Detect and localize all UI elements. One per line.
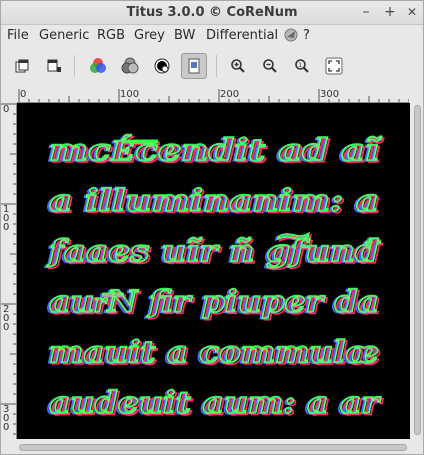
ruler-top-label: 0 [20,89,27,100]
menu-differential-icon[interactable] [283,27,299,47]
manuscript-line: faaes uĩr ñ g͠funđ [47,233,382,270]
maximize-button[interactable]: + [381,3,399,21]
manuscript-line: mcÉ͞cendit ad aĩ [49,134,382,169]
manuscript-line: aur͞N fir piuper da [49,286,379,321]
toolbar: 1 [1,49,423,85]
vertical-scrollbar[interactable] [411,103,423,439]
close-button[interactable]: ✕ [403,3,421,21]
zoom-out-icon[interactable] [257,53,283,79]
menu-differential[interactable]: Differential [206,28,278,43]
bw-icon[interactable] [149,53,175,79]
horizontal-scroll-thumb[interactable] [19,444,407,451]
app-window: Titus 3.0.0 © CoReNum – + ✕ File Generic… [0,0,424,455]
horizontal-ruler: 0 100 200 300 [17,89,409,103]
ruler-left-label: 0 [3,104,10,115]
vertical-scroll-thumb[interactable] [414,105,421,435]
ruler-top-label: 300 [320,89,340,100]
menu-rgb[interactable]: RGB [97,28,125,43]
horizontal-scrollbar[interactable] [17,441,411,453]
open-icon[interactable] [9,53,35,79]
export-icon[interactable] [41,53,67,79]
manuscript-line: mauit a commulœ [49,336,379,371]
toolbar-separator [216,55,217,77]
menu-file[interactable]: File [7,28,29,43]
menu-help[interactable]: ? [303,28,310,43]
grey-channels-icon[interactable] [117,53,143,79]
zoom-in-icon[interactable] [225,53,251,79]
zoom-reset-icon[interactable] [321,53,347,79]
differential-icon[interactable] [181,53,207,79]
menu-bar: File Generic RGB Grey BW Differential ? [1,25,423,47]
zoom-fit-icon[interactable]: 1 [289,53,315,79]
toolbar-separator [74,55,75,77]
ruler-left-label: 200 [3,304,10,333]
menu-generic[interactable]: Generic [39,28,89,43]
minimize-button[interactable]: – [357,3,375,21]
ruler-left-label: 300 [3,404,10,433]
ruler-left-label: 100 [3,204,10,233]
title-bar[interactable]: Titus 3.0.0 © CoReNum – + ✕ [1,1,423,25]
menu-bw[interactable]: BW [174,28,195,43]
manuscript-image: mcÉ͞cendit ad aĩmcÉ͞cendit ad aĩmcÉ͞cend… [44,132,385,423]
manuscript-line: audeuit aum: a ar [49,387,381,422]
ruler-top-label: 200 [220,89,240,100]
manuscript-line: a illuminanim: a [49,185,379,220]
vertical-ruler: 0 100 200 300 [1,103,17,439]
rgb-wheel-icon[interactable] [85,53,111,79]
menu-grey[interactable]: Grey [134,28,165,43]
svg-text:1: 1 [298,62,302,69]
image-canvas[interactable]: mcÉ͞cendit ad aĩ mcÉ͞cendit ad aĩ mcÉ͞cend… [17,103,410,439]
ruler-top-label: 100 [120,89,140,100]
